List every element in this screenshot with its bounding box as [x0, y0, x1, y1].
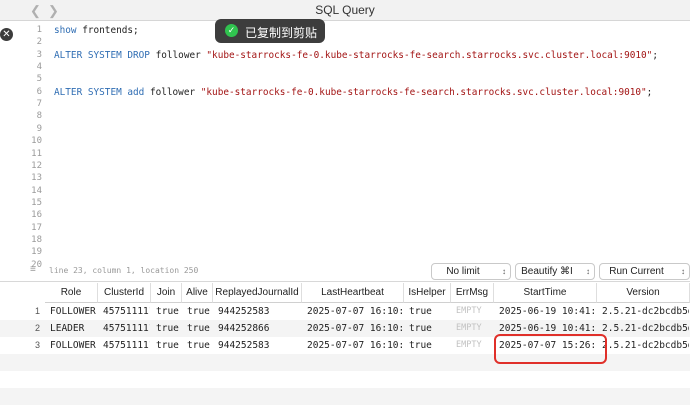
starttime-highlight-box [494, 334, 607, 364]
table-cell[interactable]: 457511111 [103, 303, 150, 320]
limit-select[interactable]: No limit ↕ [431, 263, 511, 280]
run-current-button[interactable]: Run Current ↕ [599, 263, 690, 280]
table-cell[interactable]: FOLLOWER [50, 337, 97, 354]
line-number-gutter: 1 2 3 4 5 6 7 8 9 10 11 12 13 14 15 16 17 18 19 20 [0, 21, 44, 270]
table-cell[interactable]: true [156, 303, 181, 320]
sql-text: frontends; [76, 25, 139, 36]
beautify-label: Beautify ⌘I [521, 266, 573, 277]
table-cell[interactable]: 2.5.21-dc2bcdb5d3 [602, 303, 689, 320]
column-header[interactable]: ClusterId [98, 283, 151, 303]
chevron-updown-icon: ↕ [681, 267, 685, 276]
sql-keyword: show [54, 25, 77, 36]
row-number: 2 [34, 323, 40, 333]
line-number: 9 [36, 123, 42, 134]
table-cell[interactable]: true [187, 320, 212, 337]
table-cell[interactable]: true [187, 303, 212, 320]
column-header[interactable]: Join [151, 283, 182, 303]
line-number: 14 [31, 185, 42, 196]
line-number: 12 [31, 160, 42, 171]
empty-row [0, 388, 690, 405]
table-cell[interactable]: EMPTY [456, 320, 493, 337]
table-cell[interactable]: 2.5.21-dc2bcdb5d3 [602, 337, 689, 354]
code-line[interactable]: show frontends; [54, 25, 139, 36]
cursor-position: line 23, column 1, location 250 [49, 266, 199, 275]
sql-text: follower [149, 49, 207, 61]
line-number: 18 [31, 234, 42, 245]
column-header[interactable]: LastHeartbeat [302, 283, 404, 303]
sql-keyword: ALTER SYSTEM add [54, 86, 145, 98]
column-header[interactable]: ErrMsg [451, 283, 494, 303]
table-cell[interactable]: true [409, 320, 450, 337]
window-title: SQL Query [315, 3, 375, 17]
code-line[interactable]: ALTER SYSTEM DROP follower "kube-starroc… [54, 50, 658, 61]
line-number: 8 [36, 111, 42, 122]
line-number: 10 [31, 136, 42, 147]
table-cell[interactable]: 944252583 [218, 337, 301, 354]
table-cell[interactable]: 944252866 [218, 320, 301, 337]
line-number: 16 [31, 210, 42, 221]
limit-label: No limit [446, 266, 480, 277]
line-number: 5 [36, 74, 42, 85]
row-number: 1 [34, 306, 40, 316]
table-cell[interactable]: 2025-06-19 10:41:28 [499, 303, 596, 320]
sql-text: ; [652, 49, 658, 61]
title-bar: ❮ ❯ SQL Query [0, 0, 690, 21]
line-number: 2 [36, 37, 42, 48]
table-cell[interactable]: EMPTY [456, 303, 493, 320]
line-number: 4 [36, 62, 42, 73]
line-number: 6 [36, 86, 42, 97]
column-header[interactable]: Version [597, 283, 690, 303]
table-cell[interactable]: 2.5.21-dc2bcdb5d3 [602, 320, 689, 337]
sql-text: ; [646, 86, 653, 98]
table-cell[interactable]: true [409, 303, 450, 320]
column-header[interactable]: IsHelper [404, 283, 451, 303]
chevron-updown-icon: ↕ [502, 267, 506, 276]
code-line[interactable]: ALTER SYSTEM add follower "kube-starrock… [54, 87, 652, 98]
line-number: 13 [31, 173, 42, 184]
column-header[interactable]: Alive [182, 283, 213, 303]
sql-string: "kube-starrocks-fe-0.kube-starrocks-fe-s… [200, 86, 647, 98]
sql-keyword: ALTER SYSTEM DROP [54, 49, 150, 61]
sql-editor[interactable]: 1 2 3 4 5 6 7 8 9 10 11 12 13 14 15 16 17 18 19 20 show fro… [0, 21, 690, 270]
table-cell[interactable]: true [156, 337, 181, 354]
table-cell[interactable]: FOLLOWER [50, 303, 97, 320]
line-number: 17 [31, 222, 42, 233]
table-cell[interactable]: 944252583 [218, 303, 301, 320]
column-header[interactable]: Role [45, 283, 98, 303]
table-cell[interactable]: true [187, 337, 212, 354]
table-cell[interactable]: 2025-07-07 16:10:06 [307, 320, 403, 337]
table-cell[interactable]: EMPTY [456, 337, 493, 354]
table-cell[interactable]: 2025-07-07 16:10:06 [307, 337, 403, 354]
line-number: 15 [31, 197, 42, 208]
table-cell[interactable]: 2025-07-07 16:10:06 [307, 303, 403, 320]
line-number: 7 [36, 99, 42, 110]
table-cell[interactable]: true [156, 320, 181, 337]
line-number: 11 [31, 148, 42, 159]
table-cell[interactable]: true [409, 337, 450, 354]
sql-string: "kube-starrocks-fe-0.kube-starrocks-fe-s… [206, 49, 653, 61]
split-handle-icon[interactable]: ≡ [30, 264, 36, 275]
row-number: 3 [34, 340, 40, 350]
empty-row [0, 371, 690, 388]
table-cell[interactable]: 457511111 [103, 337, 150, 354]
chevron-updown-icon: ↕ [586, 267, 590, 276]
column-header[interactable]: ReplayedJournalId [213, 283, 302, 303]
line-number: 3 [36, 49, 42, 60]
table-cell[interactable]: LEADER [50, 320, 97, 337]
editor-status-bar: ≡ line 23, column 1, location 250 No lim… [0, 261, 690, 282]
line-number: 19 [31, 247, 42, 258]
beautify-button[interactable]: Beautify ⌘I ↕ [515, 263, 595, 280]
line-number: 1 [36, 25, 42, 35]
run-label: Run Current [609, 266, 664, 277]
sql-text: follower [144, 86, 201, 98]
column-header[interactable]: StartTime [494, 283, 597, 303]
table-cell[interactable]: 457511111 [103, 320, 150, 337]
